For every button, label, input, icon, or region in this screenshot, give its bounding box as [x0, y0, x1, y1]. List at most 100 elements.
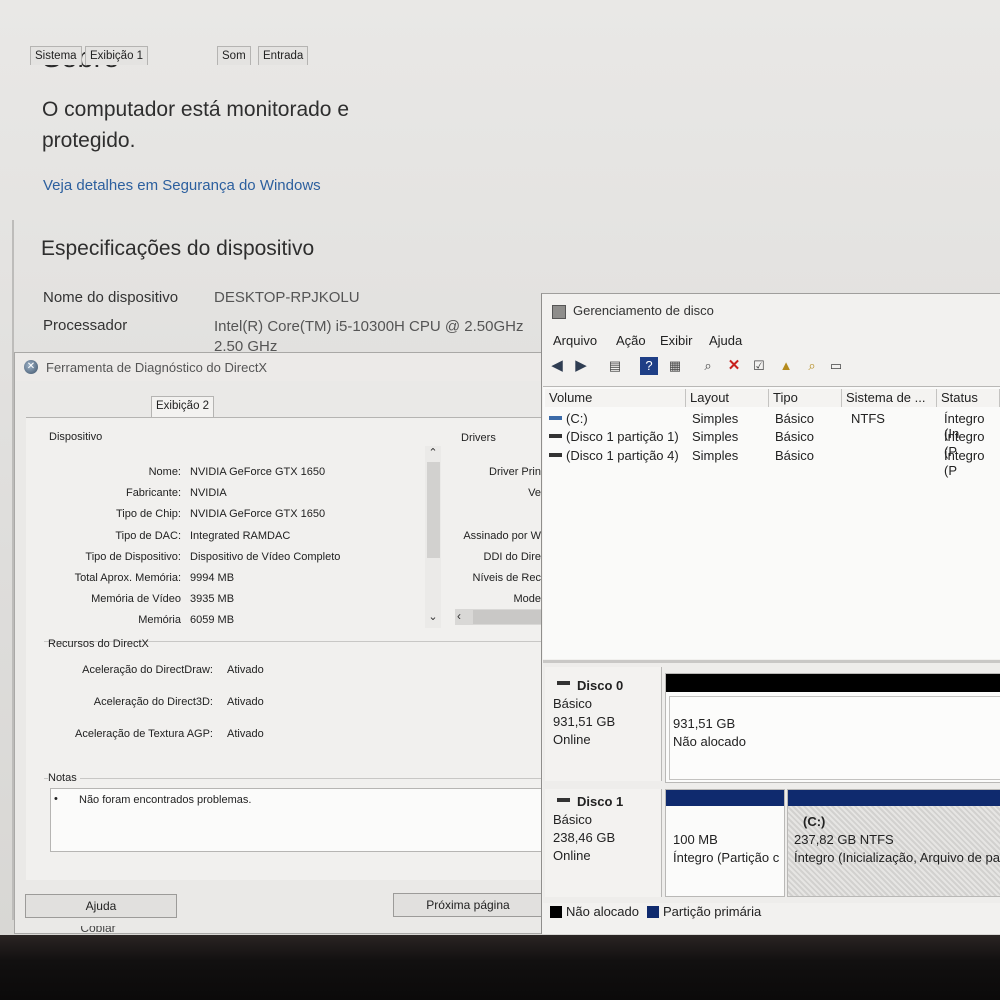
menu-exibir[interactable]: Exibir: [660, 333, 693, 348]
disk0-segment-size: 931,51 GB: [673, 716, 736, 731]
column-sistema-de-arquivos[interactable]: Sistema de ...: [842, 389, 937, 407]
disk0-type: Básico: [553, 696, 593, 711]
tab-exibicao-1[interactable]: Exibição 1: [85, 46, 149, 65]
notes-item: Não foram encontrados problemas.: [79, 794, 252, 806]
device-name-value: DESKTOP-RPJKOLU: [214, 289, 360, 306]
drive-icon: [549, 416, 562, 420]
driver-row-label: Níveis de Rec: [472, 572, 541, 584]
check-document-icon[interactable]: ☑: [750, 357, 768, 375]
volume-layout: Simples: [692, 429, 739, 444]
next-page-button[interactable]: Próxima página: [393, 893, 543, 917]
processor-label: Processador: [43, 317, 128, 334]
c-partition-size: 237,82 GB NTFS: [794, 832, 894, 847]
notes-label: Notas: [48, 772, 80, 784]
hscroll-thumb[interactable]: [473, 610, 541, 624]
help-icon[interactable]: ?: [640, 357, 658, 375]
device-row-label: Tipo de DAC:: [115, 530, 181, 542]
column-status[interactable]: Status: [937, 389, 1000, 407]
help-button[interactable]: Ajuda: [25, 894, 177, 918]
folder-up-icon[interactable]: ▲: [777, 357, 795, 375]
dxdiag-title: Ferramenta de Diagnóstico do DirectX: [46, 360, 268, 375]
search-folder-icon[interactable]: ⌕: [803, 357, 821, 375]
disk0-name: Disco 0: [577, 678, 624, 693]
diskmgmt-title: Gerenciamento de disco: [573, 303, 714, 318]
chevron-up-icon[interactable]: ⌃: [427, 446, 439, 459]
protection-status-text: O computador está monitorado e protegido…: [42, 98, 350, 152]
divider: [44, 778, 541, 779]
volume-layout: Simples: [692, 411, 739, 426]
monitor-bezel: [0, 935, 1000, 1000]
column-layout[interactable]: Layout: [686, 389, 769, 407]
device-row-value: Dispositivo de Vídeo Completo: [190, 551, 341, 563]
notes-box[interactable]: • Não foram encontrados problemas.: [50, 788, 542, 852]
column-tipo[interactable]: Tipo: [769, 389, 842, 407]
device-row-label: Nome:: [148, 466, 181, 478]
menu-arquivo[interactable]: Arquivo: [553, 333, 597, 348]
tab-entrada[interactable]: Entrada: [258, 46, 309, 65]
feature-row-label: Aceleração do Direct3D:: [93, 696, 213, 708]
properties-icon[interactable]: ▦: [666, 357, 684, 375]
device-row-label: Total Aprox. Memória:: [74, 572, 181, 584]
disk1-name: Disco 1: [577, 794, 624, 809]
delete-icon[interactable]: ✕: [725, 357, 743, 375]
tab-exibicao-2[interactable]: Exibição 2: [151, 396, 215, 417]
volume-name[interactable]: (Disco 1 partição 1): [566, 429, 679, 444]
chevron-left-icon[interactable]: ‹: [457, 609, 461, 623]
drivers-group-label: Drivers: [461, 432, 496, 444]
directx-icon: ✕: [24, 360, 38, 374]
feature-row-label: Aceleração do DirectDraw:: [82, 664, 213, 676]
primary-partition-bar: [666, 790, 784, 806]
device-row-value: Integrated RAMDAC: [190, 530, 291, 542]
driver-row-label: Driver Prin: [489, 466, 541, 478]
feature-row-value: Ativado: [227, 696, 264, 708]
copy-button[interactable]: Copiar: [38, 926, 158, 932]
drive-icon: [549, 434, 562, 438]
driver-row-label: Ve: [528, 487, 541, 499]
legend-primary: Partição primária: [663, 904, 762, 919]
menu-ajuda[interactable]: Ajuda: [709, 333, 742, 348]
device-row-label: Fabricante:: [125, 487, 181, 499]
menu-acao[interactable]: Ação: [616, 333, 646, 348]
forward-arrow-icon[interactable]: ▶: [572, 357, 590, 375]
disk1-type: Básico: [553, 812, 593, 827]
disk-icon: [557, 681, 570, 685]
volume-name[interactable]: (Disco 1 partição 4): [566, 448, 679, 463]
list-view-icon[interactable]: ▭: [827, 357, 845, 375]
volume-status: Íntegro (P: [944, 448, 985, 478]
driver-row-label: Assinado por W: [463, 530, 541, 542]
device-row-value: 3935 MB: [190, 593, 235, 605]
volume-name[interactable]: (C:): [566, 411, 588, 426]
tab-som[interactable]: Som: [217, 46, 251, 65]
driver-row-label: DDI do Dire: [483, 551, 541, 563]
connect-icon[interactable]: ⌕: [699, 357, 717, 375]
column-volume[interactable]: Volume: [545, 389, 686, 407]
disk1-size: 238,46 GB: [553, 830, 616, 845]
primary-swatch: [647, 906, 659, 918]
device-row-value: NVIDIA GeForce GTX 1650: [190, 508, 326, 520]
efi-partition-status: Íntegro (Partição c: [673, 850, 780, 865]
device-row-label: Memória: [138, 614, 181, 626]
device-row-label: Tipo de Chip:: [115, 508, 181, 520]
back-arrow-icon[interactable]: ◀: [548, 357, 566, 375]
directx-features-label: Recursos do DirectX: [48, 638, 149, 650]
unallocated-bar: [666, 674, 1000, 692]
security-details-link[interactable]: Veja detalhes em Segurança do Windows: [43, 177, 321, 194]
c-partition-status: Íntegro (Inicialização, Arquivo de pa: [794, 850, 1000, 865]
disk0-size: 931,51 GB: [553, 714, 616, 729]
unallocated-swatch: [550, 906, 562, 918]
device-row-value: NVIDIA GeForce GTX 1650: [190, 466, 326, 478]
device-row-value: NVIDIA: [190, 487, 227, 499]
disk-icon: [557, 798, 570, 802]
device-name-label: Nome do dispositivo: [43, 289, 179, 306]
device-row-value: 6059 MB: [190, 614, 235, 626]
console-tree-icon[interactable]: ▤: [606, 357, 624, 375]
disk1-state: Online: [553, 848, 591, 863]
dxdiag-titlebar[interactable]: ✕ Ferramenta de Diagnóstico do DirectX: [15, 353, 545, 381]
disk-management-icon: [552, 305, 566, 319]
tab-sistema[interactable]: Sistema: [30, 46, 82, 65]
driver-row-label: Mode: [513, 593, 541, 605]
primary-partition-bar: [788, 790, 1000, 806]
disk0-state: Online: [553, 732, 591, 747]
disk0-segment-status: Não alocado: [673, 734, 746, 749]
chevron-down-icon[interactable]: ⌄: [427, 610, 439, 623]
